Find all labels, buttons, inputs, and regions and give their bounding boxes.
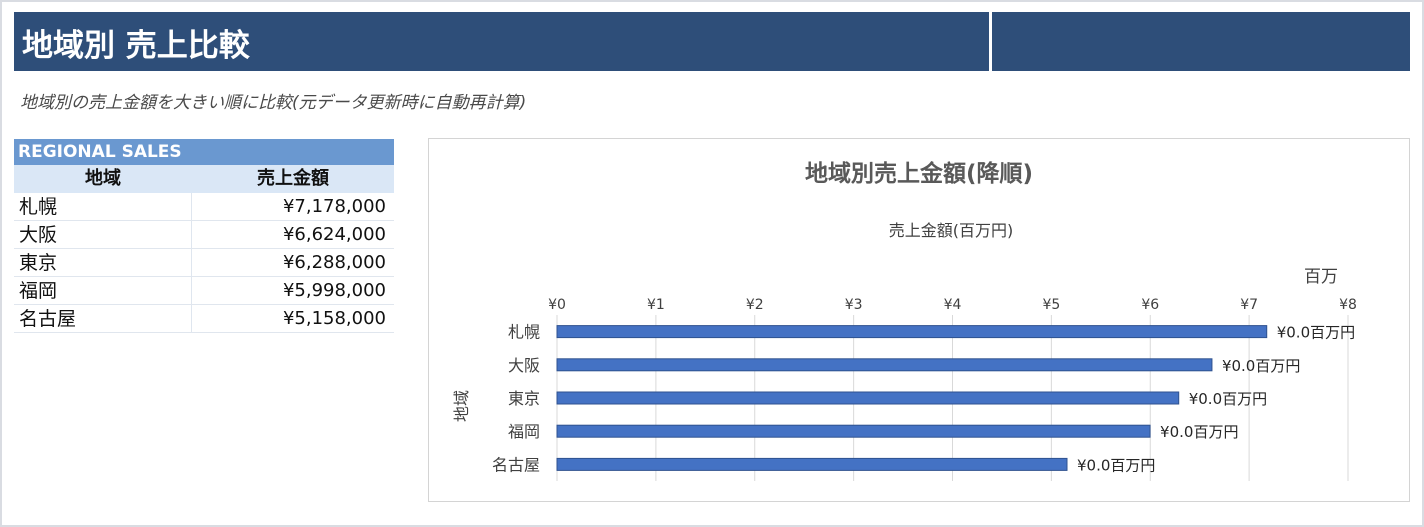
chart-svg: 地域別売上金額(降順) 売上金額(百万円) 百万 地域 ¥0 ¥1 ¥2 ¥3 ¥4 ¥5… [452,160,1357,481]
x-tick-label: ¥1 [647,297,665,313]
amount-cell[interactable]: ¥6,288,000 [192,249,394,276]
bar[interactable] [556,424,1151,438]
x-tick-label: ¥8 [1339,297,1357,313]
y-category-label: 東京 [508,389,540,408]
amount-cell[interactable]: ¥7,178,000 [192,193,394,220]
sales-chart[interactable]: 地域別売上金額(降順) 売上金額(百万円) 百万 地域 ¥0 ¥1 ¥2 ¥3 ¥4 ¥5… [428,138,1410,502]
table-row: 札幌 ¥7,178,000 [14,193,394,221]
bar[interactable] [556,325,1268,339]
title-bar: 地域別 売上比較 [14,12,989,71]
x-tick-label: ¥3 [845,297,863,313]
table-row: 大阪 ¥6,624,000 [14,221,394,249]
y-axis-categories: 札幌大阪東京福岡名古屋 [492,323,540,475]
data-label: ¥0.0百万円 [1277,324,1355,342]
data-label: ¥0.0百万円 [1189,390,1267,408]
column-header-amount: 売上金額 [257,168,329,189]
x-tick-label: ¥0 [548,297,566,313]
amount-cell[interactable]: ¥5,998,000 [192,277,394,304]
region-cell[interactable]: 福岡 [14,277,192,304]
title-bar-right-cell [992,12,1410,71]
table-row: 名古屋 ¥5,158,000 [14,305,394,333]
regional-sales-table: REGIONAL SALES 地域 売上金額 札幌 ¥7,178,000 大阪 … [14,139,394,333]
data-label: ¥0.0百万円 [1077,456,1155,474]
data-label: ¥0.0百万円 [1160,423,1238,441]
table-row: 福岡 ¥5,998,000 [14,277,394,305]
y-category-label: 大阪 [508,356,540,375]
x-tick-label: ¥5 [1042,297,1060,313]
table-caption: REGIONAL SALES [14,139,394,165]
bar[interactable] [556,391,1180,405]
chart-title: 地域別売上金額(降順) [805,160,1033,187]
y-category-label: 名古屋 [492,455,540,474]
table-row: 東京 ¥6,288,000 [14,249,394,277]
x-axis-title: 売上金額(百万円) [889,221,1014,240]
x-tick-label: ¥2 [746,297,764,313]
y-axis-title: 地域 [452,390,471,422]
region-cell[interactable]: 名古屋 [14,305,192,332]
data-label: ¥0.0百万円 [1222,357,1300,375]
amount-cell[interactable]: ¥5,158,000 [192,305,394,332]
table-header-row: 地域 売上金額 [14,165,394,193]
x-tick-label: ¥4 [944,297,962,313]
region-cell[interactable]: 大阪 [14,221,192,248]
amount-cell[interactable]: ¥6,624,000 [192,221,394,248]
y-category-label: 福岡 [508,422,540,441]
region-cell[interactable]: 札幌 [14,193,192,220]
axis-unit-label: 百万 [1304,267,1338,287]
region-cell[interactable]: 東京 [14,249,192,276]
page-subtitle: 地域別の売上金額を大きい順に比較(元データ更新時に自動再計算) [20,93,527,113]
page-title: 地域別 売上比較 [22,28,250,64]
bars [556,325,1268,471]
column-header-region: 地域 [85,168,121,189]
x-tick-label: ¥7 [1240,297,1258,313]
x-tick-label: ¥6 [1141,297,1159,313]
y-category-label: 札幌 [508,323,540,342]
x-axis-ticks: ¥0 ¥1 ¥2 ¥3 ¥4 ¥5 ¥6 ¥7 ¥8 [548,297,1357,313]
bar[interactable] [556,457,1068,471]
bar[interactable] [556,358,1213,372]
